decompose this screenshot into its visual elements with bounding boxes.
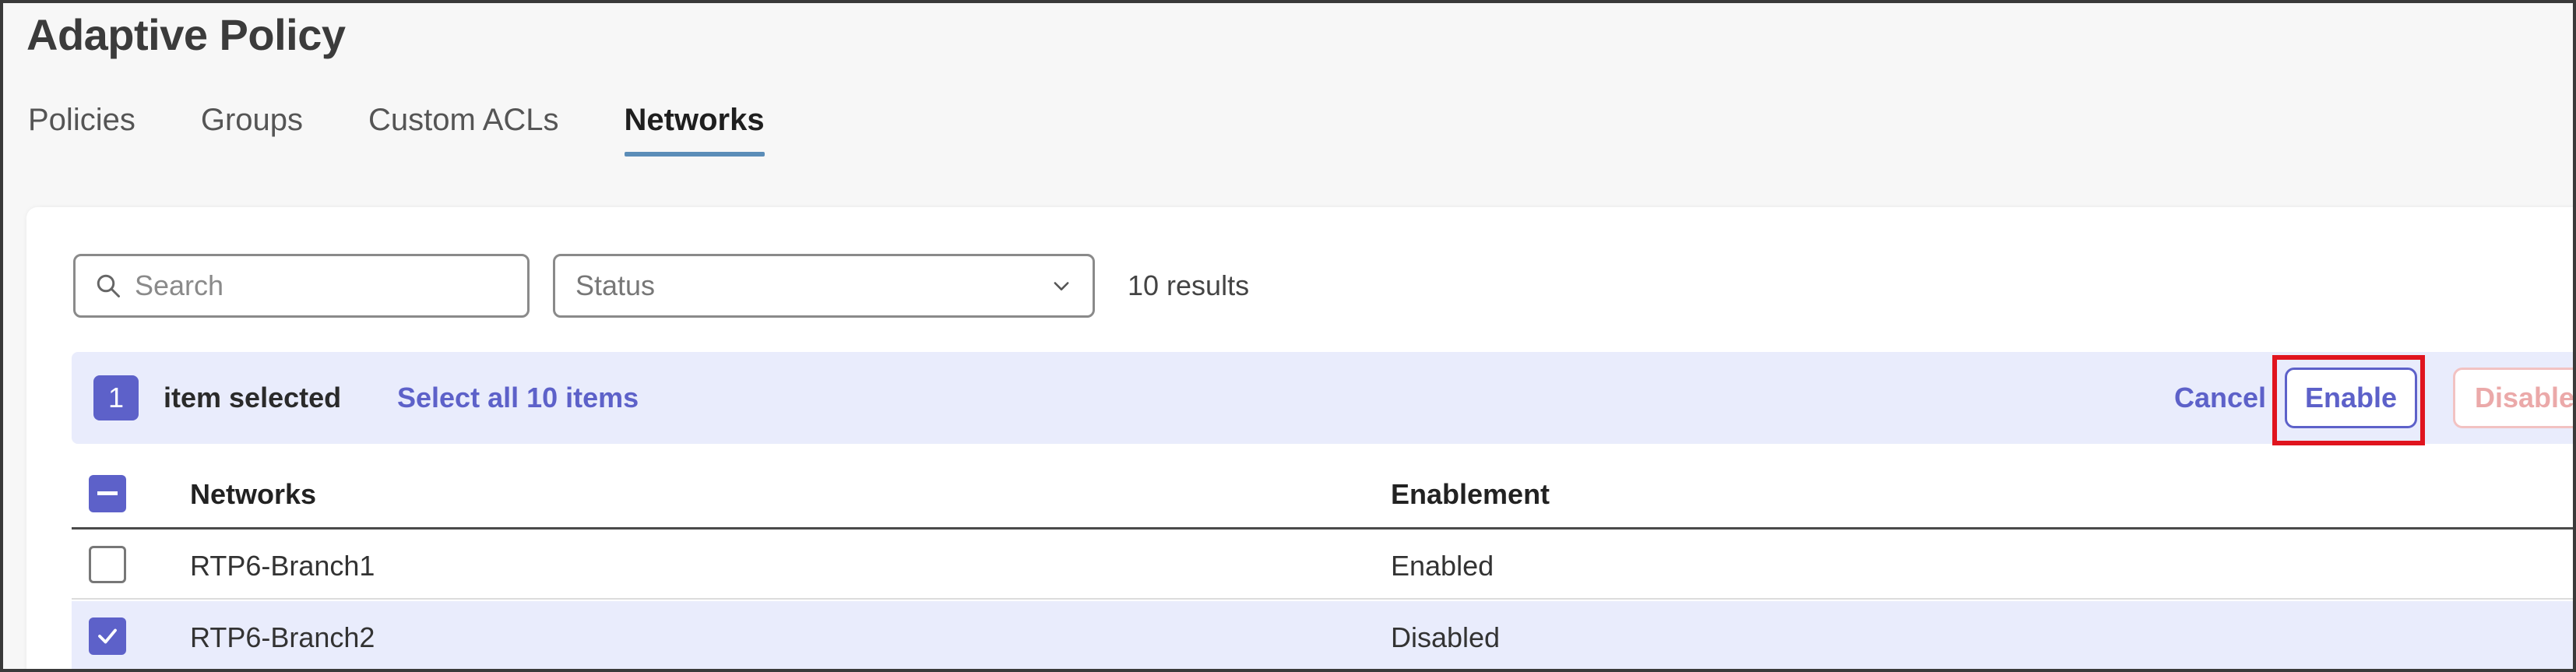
enable-button[interactable]: Enable	[2285, 368, 2417, 428]
cancel-button[interactable]: Cancel	[2174, 382, 2266, 414]
row-checkbox[interactable]	[89, 546, 126, 583]
column-header-networks[interactable]: Networks	[190, 478, 316, 511]
app-frame: Adaptive Policy Policies Groups Custom A…	[0, 0, 2576, 672]
selected-count-badge: 1	[93, 375, 139, 420]
tab-groups[interactable]: Groups	[201, 103, 303, 157]
chevron-down-icon	[1054, 282, 1069, 290]
selection-bar: 1 item selected Select all 10 items Canc…	[72, 352, 2573, 445]
page-title: Adaptive Policy	[26, 10, 346, 59]
tab-policies[interactable]: Policies	[28, 103, 135, 157]
row-checkbox[interactable]	[89, 617, 126, 655]
network-name: RTP6-Branch2	[190, 621, 375, 653]
search-icon	[97, 274, 120, 297]
results-count: 10 results	[1128, 269, 1250, 301]
enablement-status: Disabled	[1391, 621, 1501, 653]
search-input[interactable]	[135, 269, 509, 302]
checkmark-icon	[98, 628, 117, 644]
network-name: RTP6-Branch1	[190, 550, 375, 582]
table-row[interactable]: RTP6-Branch1 Enabled	[72, 530, 2573, 600]
status-dropdown[interactable]: Status	[553, 254, 1095, 318]
disable-button: Disable	[2453, 368, 2573, 428]
select-all-link[interactable]: Select all 10 items	[397, 382, 639, 414]
select-all-checkbox[interactable]	[89, 475, 126, 512]
selected-text: item selected	[164, 382, 342, 413]
search-box[interactable]	[73, 254, 530, 318]
enablement-status: Enabled	[1391, 550, 1494, 582]
status-dropdown-label: Status	[575, 269, 656, 301]
networks-card: Status 10 results 1 item selected Select…	[26, 207, 2573, 669]
tab-bar: Policies Groups Custom ACLs Networks	[28, 103, 830, 165]
tab-custom-acls[interactable]: Custom ACLs	[368, 103, 559, 157]
table-header: Networks Enablement	[72, 456, 2573, 530]
column-header-enablement[interactable]: Enablement	[1391, 478, 1550, 511]
table-row[interactable]: RTP6-Branch2 Disabled	[72, 601, 2573, 669]
tab-networks[interactable]: Networks	[624, 103, 765, 157]
